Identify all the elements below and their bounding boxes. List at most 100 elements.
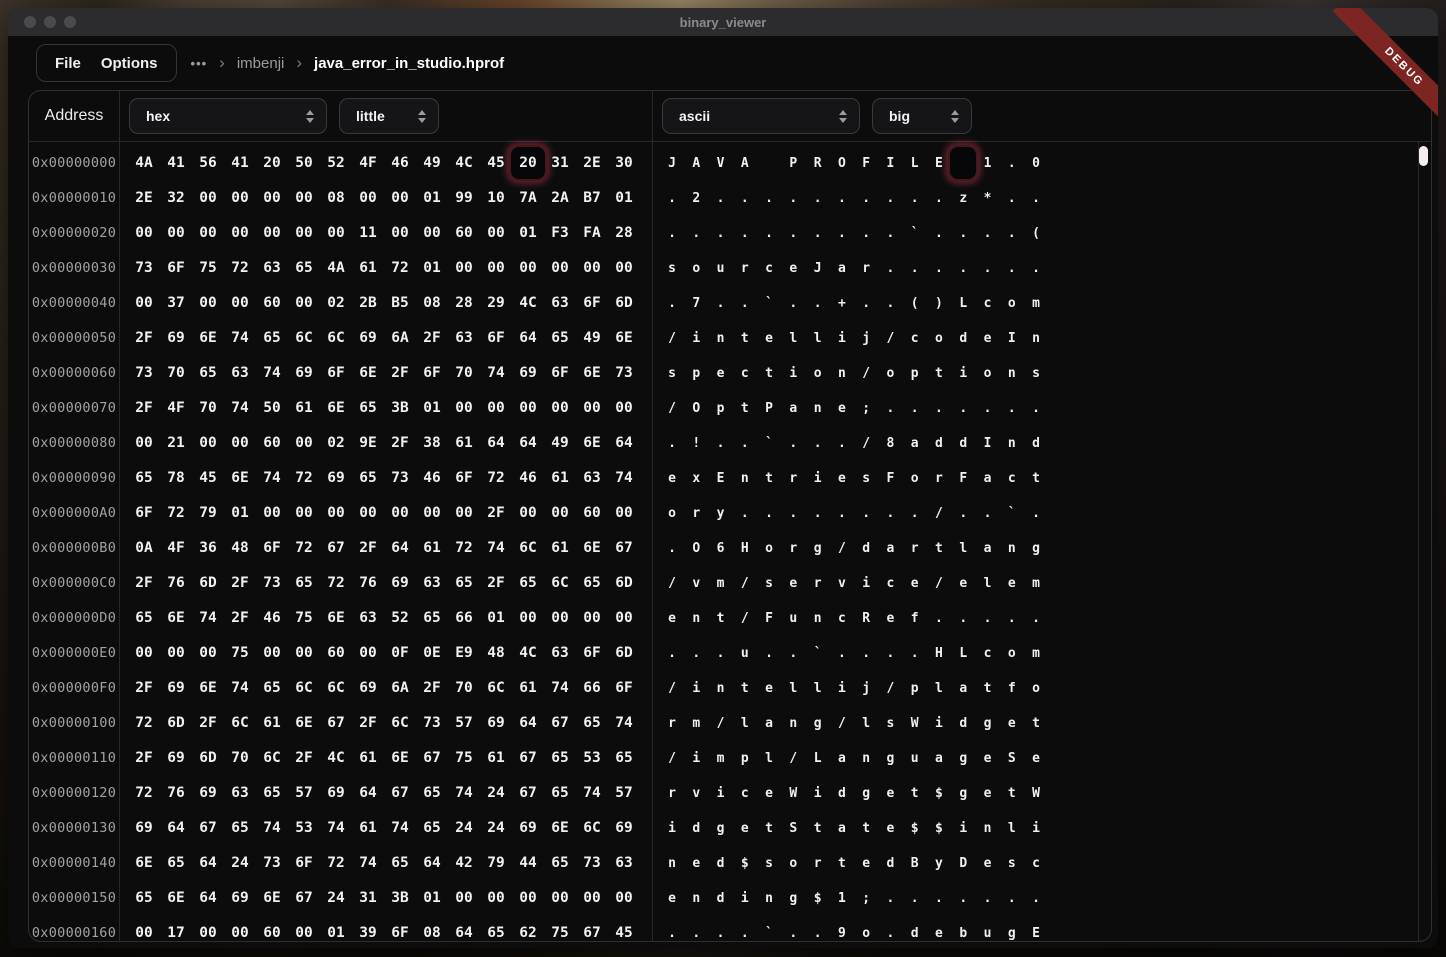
hex-byte[interactable]: 65 bbox=[487, 916, 504, 942]
ascii-char[interactable]: n bbox=[692, 601, 700, 636]
hex-byte[interactable]: 24 bbox=[487, 776, 504, 811]
ascii-char[interactable]: $ bbox=[935, 776, 943, 811]
ascii-char[interactable]: l bbox=[984, 566, 992, 601]
hex-byte[interactable]: 6E bbox=[327, 391, 344, 426]
ascii-char[interactable]: a bbox=[911, 426, 919, 461]
hex-byte[interactable]: 6F bbox=[487, 321, 504, 356]
hex-byte[interactable]: 76 bbox=[167, 776, 184, 811]
hex-byte[interactable]: 6C bbox=[327, 321, 344, 356]
ascii-char[interactable]: . bbox=[862, 286, 870, 321]
hex-byte[interactable]: 74 bbox=[455, 776, 472, 811]
hex-byte[interactable]: 6C bbox=[327, 671, 344, 706]
hex-byte[interactable]: 2F bbox=[295, 741, 312, 776]
ascii-char[interactable]: . bbox=[1008, 216, 1016, 251]
ascii-char[interactable]: g bbox=[959, 776, 967, 811]
ascii-char[interactable]: n bbox=[789, 706, 797, 741]
hex-byte[interactable]: F3 bbox=[551, 216, 568, 251]
hex-byte[interactable]: 65 bbox=[423, 776, 440, 811]
hex-byte[interactable]: 72 bbox=[327, 566, 344, 601]
ascii-char[interactable]: . bbox=[959, 601, 967, 636]
hex-byte[interactable]: 0A bbox=[135, 531, 152, 566]
ascii-char[interactable]: e bbox=[1032, 741, 1040, 776]
ascii-char[interactable]: . bbox=[959, 251, 967, 286]
ascii-char[interactable]: e bbox=[887, 601, 895, 636]
ascii-char[interactable]: c bbox=[984, 286, 992, 321]
hex-byte[interactable]: 6E bbox=[583, 356, 600, 391]
ascii-char[interactable]: . bbox=[935, 181, 943, 216]
hex-byte[interactable]: 6E bbox=[583, 426, 600, 461]
hex-byte[interactable]: 74 bbox=[391, 811, 408, 846]
hex-byte[interactable]: 00 bbox=[487, 391, 504, 426]
hex-byte[interactable]: 01 bbox=[327, 916, 344, 942]
hex-byte[interactable]: 48 bbox=[231, 531, 248, 566]
hex-byte[interactable]: 01 bbox=[423, 391, 440, 426]
ascii-char[interactable]: g bbox=[1008, 916, 1016, 942]
hex-byte[interactable]: 69 bbox=[135, 811, 152, 846]
ascii-char[interactable]: e bbox=[862, 846, 870, 881]
ascii-char[interactable]: . bbox=[741, 426, 749, 461]
ascii-char[interactable]: . bbox=[911, 881, 919, 916]
ascii-char[interactable]: . bbox=[1032, 391, 1040, 426]
ascii-char[interactable]: e bbox=[741, 811, 749, 846]
hex-byte[interactable]: 65 bbox=[167, 846, 184, 881]
hex-byte[interactable]: 6D bbox=[615, 286, 632, 321]
hex-byte[interactable]: 00 bbox=[263, 496, 280, 531]
ascii-char[interactable]: i bbox=[692, 671, 700, 706]
ascii-char[interactable]: 7 bbox=[692, 286, 700, 321]
hex-byte[interactable]: 63 bbox=[423, 566, 440, 601]
hex-byte[interactable]: 62 bbox=[519, 916, 536, 942]
hex-byte[interactable]: 57 bbox=[615, 776, 632, 811]
ascii-char[interactable]: i bbox=[692, 321, 700, 356]
hex-byte[interactable]: 01 bbox=[423, 181, 440, 216]
ascii-char[interactable]: . bbox=[911, 251, 919, 286]
hex-byte[interactable]: 76 bbox=[167, 566, 184, 601]
hex-byte[interactable]: 39 bbox=[359, 916, 376, 942]
hex-byte[interactable]: 64 bbox=[359, 776, 376, 811]
ascii-char[interactable]: F bbox=[887, 461, 895, 496]
hex-byte[interactable]: 6E bbox=[583, 531, 600, 566]
hex-byte[interactable]: 6E bbox=[359, 356, 376, 391]
hex-byte[interactable]: 00 bbox=[231, 286, 248, 321]
ascii-char[interactable]: m bbox=[692, 706, 700, 741]
ascii-char[interactable]: n bbox=[1008, 531, 1016, 566]
hex-byte[interactable]: 00 bbox=[551, 251, 568, 286]
hex-byte[interactable]: 73 bbox=[423, 706, 440, 741]
ascii-char[interactable]: / bbox=[935, 496, 943, 531]
ascii-char[interactable]: . bbox=[1008, 181, 1016, 216]
hex-byte[interactable]: 72 bbox=[327, 846, 344, 881]
ascii-char[interactable]: . bbox=[959, 391, 967, 426]
hex-byte[interactable]: 4C bbox=[455, 146, 472, 181]
hex-byte[interactable]: 74 bbox=[487, 356, 504, 391]
ascii-char[interactable]: L bbox=[959, 286, 967, 321]
ascii-char[interactable]: d bbox=[935, 426, 943, 461]
hex-byte[interactable]: B5 bbox=[391, 286, 408, 321]
hex-byte[interactable]: 31 bbox=[359, 881, 376, 916]
ascii-char[interactable]: l bbox=[789, 671, 797, 706]
hex-byte[interactable]: 38 bbox=[423, 426, 440, 461]
ascii-char[interactable]: s bbox=[765, 566, 773, 601]
ascii-char[interactable]: . bbox=[765, 216, 773, 251]
hex-byte[interactable]: 4A bbox=[327, 251, 344, 286]
ascii-char[interactable]: n bbox=[692, 881, 700, 916]
ascii-char[interactable]: . bbox=[789, 216, 797, 251]
ascii-char[interactable]: v bbox=[838, 566, 846, 601]
ascii-char[interactable]: . bbox=[717, 181, 725, 216]
ascii-char[interactable]: . bbox=[1032, 601, 1040, 636]
ascii-char[interactable]: o bbox=[984, 356, 992, 391]
hex-byte[interactable]: 66 bbox=[455, 601, 472, 636]
hex-byte[interactable]: 75 bbox=[199, 251, 216, 286]
hex-byte[interactable]: 70 bbox=[231, 741, 248, 776]
ascii-char[interactable]: . bbox=[862, 636, 870, 671]
minimize-button[interactable] bbox=[44, 16, 56, 28]
hex-byte[interactable]: 00 bbox=[295, 181, 312, 216]
hex-byte[interactable]: 00 bbox=[519, 601, 536, 636]
hex-byte[interactable]: 73 bbox=[263, 566, 280, 601]
hex-byte[interactable]: 67 bbox=[391, 776, 408, 811]
hex-byte[interactable]: 74 bbox=[583, 776, 600, 811]
hex-byte[interactable]: 00 bbox=[423, 496, 440, 531]
ascii-char[interactable]: * bbox=[984, 181, 992, 216]
hex-byte[interactable]: 00 bbox=[455, 251, 472, 286]
ascii-char[interactable]: . bbox=[765, 636, 773, 671]
hex-byte[interactable]: 73 bbox=[391, 461, 408, 496]
hex-byte[interactable]: 69 bbox=[391, 566, 408, 601]
